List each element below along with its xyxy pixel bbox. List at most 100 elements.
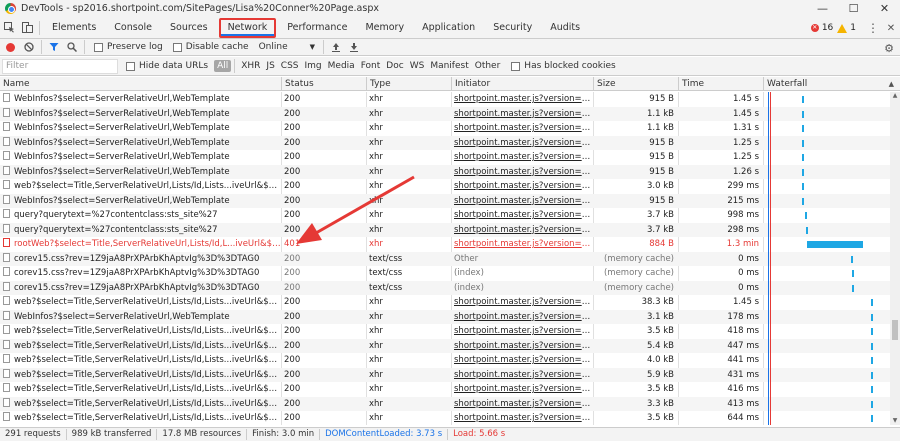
table-row[interactable]: WebInfos?$select=ServerRelativeUrl,WebTe… [0, 193, 890, 208]
error-warning-counter[interactable]: ✕ 16 1 [810, 23, 856, 33]
tab-network[interactable]: Network [218, 17, 277, 38]
column-header-initiator[interactable]: Initiator [451, 77, 593, 91]
filter-type-js[interactable]: JS [263, 61, 277, 71]
filter-type-css[interactable]: CSS [278, 61, 302, 71]
tab-elements[interactable]: Elements [43, 17, 105, 39]
scrollbar-thumb[interactable] [892, 320, 898, 340]
table-row[interactable]: web?$select=Title,ServerRelativeUrl,List… [0, 367, 890, 382]
table-row[interactable]: web?$select=Title,ServerRelativeUrl,List… [0, 324, 890, 339]
tab-memory[interactable]: Memory [356, 17, 413, 39]
initiator-link[interactable]: shortpoint.master.js?version=6.8.2... [454, 384, 593, 394]
initiator-link[interactable]: shortpoint.master.js?version=6.8.2... [454, 312, 593, 322]
search-icon[interactable] [63, 38, 81, 56]
initiator-link[interactable]: shortpoint.master.js?version=6.8.2... [454, 94, 593, 104]
column-header-type[interactable]: Type [366, 77, 451, 91]
settings-gear-icon[interactable]: ⚙ [880, 39, 898, 57]
cell-size: 3.7 kB [647, 224, 674, 235]
throttling-select[interactable]: Online ▼ [259, 42, 315, 52]
tab-sources[interactable]: Sources [161, 17, 217, 39]
initiator-link[interactable]: shortpoint.master.js?version=6.8.2... [454, 326, 593, 336]
filter-type-ws[interactable]: WS [407, 61, 428, 71]
table-row[interactable]: web?$select=Title,ServerRelativeUrl,List… [0, 382, 890, 397]
filter-type-xhr[interactable]: XHR [238, 61, 263, 71]
initiator-link[interactable]: shortpoint.master.js?version=6.8.2... [454, 413, 593, 423]
column-header-status[interactable]: Status [281, 77, 366, 91]
filter-type-other[interactable]: Other [472, 61, 504, 71]
table-row[interactable]: web?$select=Title,ServerRelativeUrl,List… [0, 338, 890, 353]
device-toolbar-icon[interactable] [18, 19, 36, 37]
filter-type-font[interactable]: Font [358, 61, 384, 71]
table-row[interactable]: web?$select=Title,ServerRelativeUrl,List… [0, 179, 890, 194]
initiator-link[interactable]: shortpoint.master.js?version=6.8.2... [454, 355, 593, 365]
cell-status: 200 [284, 195, 301, 206]
clear-icon[interactable] [20, 38, 38, 56]
table-row[interactable]: web?$select=Title,ServerRelativeUrl,List… [0, 411, 890, 425]
table-row[interactable]: corev15.css?rev=1Z9jaA8PrXPArbKhAptvIg%3… [0, 251, 890, 266]
initiator-link[interactable]: shortpoint.master.js?version=6.8.2... [454, 138, 593, 148]
tab-performance[interactable]: Performance [278, 17, 356, 39]
initiator-link[interactable]: shortpoint.master.js?version=6.8.2... [454, 109, 593, 119]
initiator-link[interactable]: shortpoint.master.js?version=6.8.2... [454, 225, 593, 235]
file-icon [3, 223, 10, 233]
filter-type-media[interactable]: Media [325, 61, 358, 71]
initiator-link[interactable]: shortpoint.master.js?version=6.8.2... [454, 239, 593, 249]
table-row[interactable]: WebInfos?$select=ServerRelativeUrl,WebTe… [0, 106, 890, 121]
disable-cache-checkbox[interactable] [172, 42, 182, 52]
preserve-log-checkbox[interactable] [94, 42, 103, 52]
tab-console[interactable]: Console [105, 17, 161, 39]
table-row[interactable]: web?$select=Title,ServerRelativeUrl,List… [0, 353, 890, 368]
table-row[interactable]: WebInfos?$select=ServerRelativeUrl,WebTe… [0, 135, 890, 150]
initiator-link[interactable]: shortpoint.master.js?version=6.8.2... [454, 370, 593, 380]
table-row[interactable]: WebInfos?$select=ServerRelativeUrl,WebTe… [0, 150, 890, 165]
table-row[interactable]: WebInfos?$select=ServerRelativeUrl,WebTe… [0, 92, 890, 107]
table-row[interactable]: corev15.css?rev=1Z9jaA8PrXPArbKhAptvIg%3… [0, 280, 890, 295]
sort-ascending-icon: ▲ [888, 80, 894, 88]
column-header-waterfall[interactable]: Waterfall [763, 77, 890, 91]
initiator-link[interactable]: shortpoint.master.js?version=6.8.2... [454, 167, 593, 177]
table-row[interactable]: web?$select=Title,ServerRelativeUrl,List… [0, 396, 890, 411]
initiator-link[interactable]: shortpoint.master.js?version=6.8.2... [454, 399, 593, 409]
hide-data-urls-checkbox[interactable] [126, 61, 135, 71]
close-devtools-icon[interactable]: ✕ [882, 19, 900, 37]
column-header-name[interactable]: Name [0, 77, 281, 91]
tab-application[interactable]: Application [413, 17, 484, 39]
initiator-link[interactable]: shortpoint.master.js?version=6.8.2... [454, 341, 593, 351]
close-button[interactable]: ✕ [869, 0, 900, 17]
initiator-link[interactable]: shortpoint.master.js?version=6.8.2... [454, 181, 593, 191]
table-row[interactable]: WebInfos?$select=ServerRelativeUrl,WebTe… [0, 309, 890, 324]
filter-type-all[interactable]: All [214, 60, 232, 72]
export-har-icon[interactable] [345, 38, 363, 56]
table-row[interactable]: WebInfos?$select=ServerRelativeUrl,WebTe… [0, 164, 890, 179]
has-blocked-cookies-checkbox[interactable] [511, 61, 521, 71]
table-row[interactable]: corev15.css?rev=1Z9jaA8PrXPArbKhAptvIg%3… [0, 266, 890, 281]
vertical-scrollbar[interactable]: ▲ ▼ [890, 92, 900, 425]
initiator-link[interactable]: shortpoint.master.js?version=6.8.2... [454, 152, 593, 162]
column-header-size[interactable]: Size [593, 77, 678, 91]
inspect-element-icon[interactable] [0, 19, 18, 37]
initiator-link[interactable]: shortpoint.master.js?version=6.8.2... [454, 123, 593, 133]
table-row[interactable]: WebInfos?$select=ServerRelativeUrl,WebTe… [0, 121, 890, 136]
tab-security[interactable]: Security [484, 17, 541, 39]
filter-input[interactable]: Filter [2, 58, 118, 74]
record-icon[interactable] [6, 42, 15, 52]
more-options-icon[interactable]: ⋮ [864, 19, 882, 37]
maximize-button[interactable]: ☐ [838, 0, 869, 17]
initiator-link[interactable]: shortpoint.master.js?version=6.8.2... [454, 297, 593, 307]
filter-icon[interactable] [45, 38, 63, 56]
initiator-link[interactable]: shortpoint.master.js?version=6.8.2... [454, 210, 593, 220]
table-row[interactable]: query?querytext=%27contentclass:sts_site… [0, 208, 890, 223]
filter-type-manifest[interactable]: Manifest [427, 61, 471, 71]
table-row[interactable]: query?querytext=%27contentclass:sts_site… [0, 222, 890, 237]
scroll-up-icon[interactable]: ▲ [890, 92, 900, 100]
cell-initiator: shortpoint.master.js?version=6.8.2... [451, 382, 593, 397]
filter-type-doc[interactable]: Doc [383, 61, 406, 71]
table-row[interactable]: rootWeb?$select=Title,ServerRelativeUrl,… [0, 237, 890, 252]
table-row[interactable]: web?$select=Title,ServerRelativeUrl,List… [0, 295, 890, 310]
minimize-button[interactable]: — [807, 0, 838, 17]
tab-audits[interactable]: Audits [541, 17, 589, 39]
import-har-icon[interactable] [327, 38, 345, 56]
filter-type-img[interactable]: Img [302, 61, 325, 71]
initiator-link[interactable]: shortpoint.master.js?version=6.8.2... [454, 196, 593, 206]
scroll-down-icon[interactable]: ▼ [890, 417, 900, 425]
column-header-time[interactable]: Time [678, 77, 763, 91]
